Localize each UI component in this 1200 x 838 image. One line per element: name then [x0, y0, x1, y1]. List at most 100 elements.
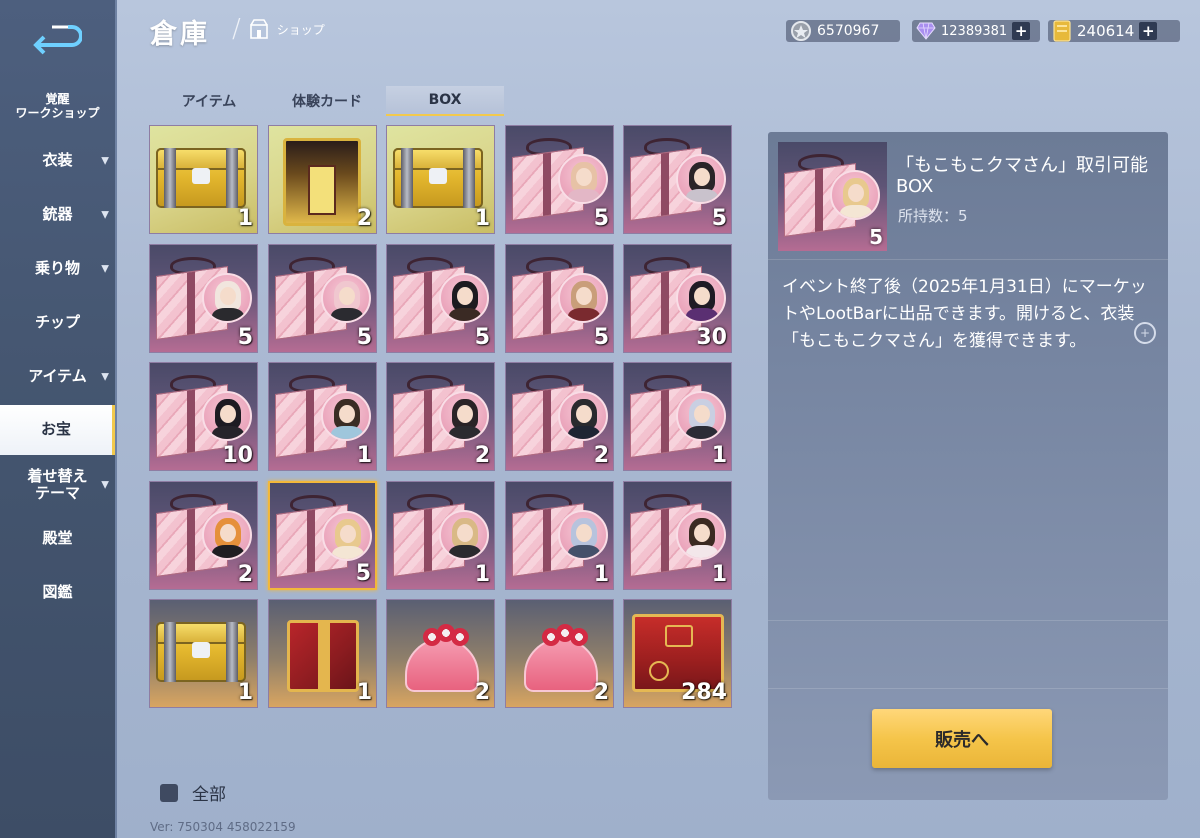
gold-crate-image	[283, 138, 361, 226]
inventory-item[interactable]: 1	[386, 481, 495, 590]
portrait-face	[340, 525, 356, 543]
box-band	[318, 620, 330, 692]
select-all-toggle[interactable]: 全部	[160, 780, 226, 805]
character-portrait	[676, 154, 726, 204]
inventory-item[interactable]: 1	[623, 481, 732, 590]
inventory-item[interactable]: 5	[268, 481, 377, 590]
inventory-item[interactable]: 2	[505, 599, 614, 708]
character-portrait	[321, 273, 371, 323]
portrait-outfit	[449, 308, 481, 321]
item-count: 10	[222, 443, 253, 468]
portrait-face	[220, 287, 236, 305]
item-count: 1	[593, 562, 609, 587]
item-count: 1	[474, 562, 490, 587]
sidebar-item-treasure[interactable]: お宝	[0, 405, 115, 455]
inventory-item[interactable]: 1	[149, 599, 258, 708]
tab-trial-cards[interactable]: 体験カード	[268, 86, 386, 116]
chest-strap	[164, 622, 176, 682]
portrait-outfit	[449, 426, 481, 439]
inventory-item[interactable]: 1	[505, 481, 614, 590]
breadcrumb[interactable]: / ショップ	[232, 14, 325, 44]
inventory-item[interactable]: 2	[386, 362, 495, 471]
inventory-item[interactable]: 2	[386, 599, 495, 708]
inventory-item[interactable]: 5	[623, 125, 732, 234]
inventory-item[interactable]: 1	[386, 125, 495, 234]
item-count: 1	[356, 680, 372, 705]
breadcrumb-separator: /	[232, 14, 241, 44]
item-count: 5	[474, 325, 490, 350]
tab-box[interactable]: BOX	[386, 86, 504, 116]
inventory-item[interactable]: 2	[149, 481, 258, 590]
detail-description: イベント終了後（2025年1月31日）にマーケットやLootBarに出品できます…	[782, 277, 1147, 352]
breadcrumb-shop-link[interactable]: ショップ	[277, 21, 325, 38]
character-portrait	[202, 273, 252, 323]
inventory-item[interactable]: 2	[505, 362, 614, 471]
detail-header: 5 「もこもこクマさん」取引可能BOX 所持数：5	[768, 132, 1168, 260]
portrait-outfit	[686, 189, 718, 202]
portrait-face	[848, 184, 864, 202]
sidebar-item-hall-of-fame[interactable]: 殿堂	[0, 514, 115, 564]
chest-lock	[192, 168, 210, 184]
sidebar-item-chips[interactable]: チップ	[0, 298, 115, 348]
sidebar-item-theme[interactable]: 着せ替え テーマ ▼	[0, 460, 115, 510]
back-button[interactable]	[20, 14, 90, 64]
inventory-item[interactable]: 5	[505, 125, 614, 234]
chest-strap	[164, 148, 176, 208]
character-portrait	[322, 511, 372, 561]
gold-chest-image	[393, 148, 483, 208]
item-count: 2	[593, 680, 609, 705]
portrait-outfit	[331, 308, 363, 321]
chevron-down-icon: ▼	[101, 479, 109, 491]
sidebar-item-awakening-workshop[interactable]: 覚醒 ワークショップ	[0, 82, 115, 132]
character-portrait	[202, 391, 252, 441]
portrait-face	[576, 524, 592, 542]
gold-chest-image	[156, 148, 246, 208]
detail-item-name: 「もこもこクマさん」取引可能BOX	[896, 155, 1148, 197]
inventory-item[interactable]: 5	[505, 244, 614, 353]
item-count: 1	[237, 680, 253, 705]
tab-items[interactable]: アイテム	[150, 86, 268, 116]
inventory-item[interactable]: 284	[623, 599, 732, 708]
item-count: 1	[356, 443, 372, 468]
inventory-item[interactable]: 10	[149, 362, 258, 471]
character-portrait	[439, 510, 489, 560]
inventory-item[interactable]: 5	[268, 244, 377, 353]
sidebar-item-vehicles[interactable]: 乗り物 ▼	[0, 244, 115, 294]
go-to-sell-button[interactable]: 販売へ	[872, 709, 1052, 768]
character-portrait	[558, 510, 608, 560]
inventory-item[interactable]: 5	[386, 244, 495, 353]
portrait-face	[220, 405, 236, 423]
diamond-icon	[916, 22, 936, 40]
item-count: 1	[237, 206, 253, 231]
inventory-item[interactable]: 1	[268, 362, 377, 471]
portrait-face	[694, 405, 710, 423]
select-all-label: 全部	[192, 785, 226, 805]
add-ticket-button[interactable]: +	[1139, 22, 1158, 40]
sidebar-item-items[interactable]: アイテム ▼	[0, 352, 115, 402]
currency-ticket: 240614 +	[1048, 20, 1180, 42]
sidebar-item-catalog[interactable]: 図鑑	[0, 568, 115, 618]
inventory-item[interactable]: 1	[268, 599, 377, 708]
inventory-item[interactable]: 1	[149, 125, 258, 234]
portrait-outfit	[212, 545, 244, 558]
sidebar-item-firearms[interactable]: 銃器 ▼	[0, 190, 115, 240]
character-portrait	[676, 391, 726, 441]
zoom-in-icon[interactable]: +	[1134, 322, 1156, 344]
portrait-outfit	[568, 426, 600, 439]
item-count: 30	[696, 325, 727, 350]
portrait-face	[220, 524, 236, 542]
select-all-checkbox[interactable]	[160, 783, 178, 802]
sidebar-item-label: アイテム	[28, 367, 87, 386]
inventory-item[interactable]: 5	[149, 244, 258, 353]
item-count: 1	[711, 443, 727, 468]
currency-silver-value: 6570967	[817, 23, 880, 39]
sidebar-item-costume[interactable]: 衣装 ▼	[0, 136, 115, 186]
chevron-down-icon: ▼	[101, 155, 109, 167]
item-count: 2	[356, 206, 372, 231]
portrait-outfit	[686, 426, 718, 439]
add-diamond-button[interactable]: +	[1012, 22, 1031, 40]
inventory-item[interactable]: 1	[623, 362, 732, 471]
inventory-item[interactable]: 2	[268, 125, 377, 234]
inventory-item[interactable]: 30	[623, 244, 732, 353]
portrait-outfit	[568, 189, 600, 202]
